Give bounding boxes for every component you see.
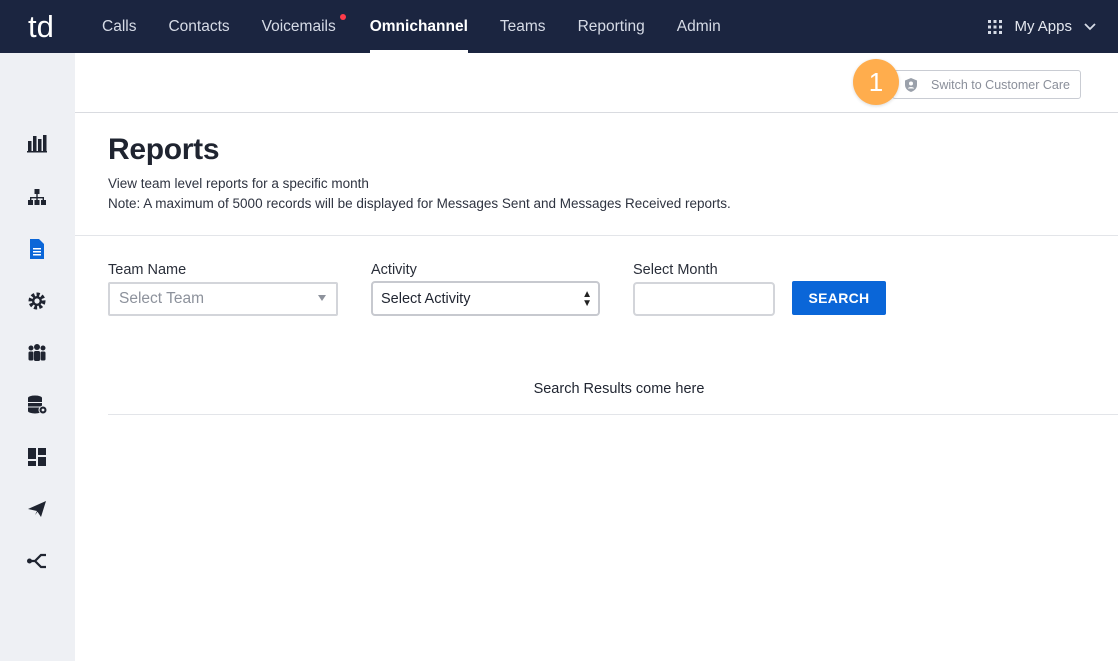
svg-text:td: td <box>28 11 54 41</box>
my-apps-label: My Apps <box>1014 18 1072 35</box>
nav-admin[interactable]: Admin <box>661 0 737 53</box>
page-title: Reports <box>108 133 220 166</box>
people-group-icon[interactable] <box>26 342 48 364</box>
activity-label: Activity <box>371 262 417 278</box>
nav-voicemails[interactable]: Voicemails <box>246 0 354 53</box>
page-subtitle: View team level reports for a specific m… <box>108 176 369 191</box>
app-grid-icon <box>988 19 1003 34</box>
org-hierarchy-icon[interactable] <box>26 186 48 208</box>
nav-teams[interactable]: Teams <box>484 0 562 53</box>
switch-button-label: Switch to Customer Care <box>931 77 1070 92</box>
nav-reporting[interactable]: Reporting <box>562 0 661 53</box>
results-divider <box>108 414 1118 415</box>
up-down-arrows-icon: ▲ ▼ <box>582 289 592 309</box>
send-paper-plane-icon[interactable] <box>26 498 48 520</box>
share-branch-icon[interactable] <box>26 550 48 572</box>
nav-calls[interactable]: Calls <box>86 0 152 53</box>
step-number-badge: 1 <box>853 59 899 105</box>
main-nav: Calls Contacts Voicemails Omnichannel Te… <box>86 0 737 53</box>
document-icon[interactable] <box>26 238 48 260</box>
team-name-label: Team Name <box>108 262 187 278</box>
team-select-placeholder: Select Team <box>119 290 205 307</box>
team-select[interactable]: Select Team <box>108 282 338 316</box>
my-apps-menu[interactable]: My Apps <box>988 0 1096 53</box>
notification-dot <box>339 14 346 20</box>
database-settings-icon[interactable] <box>26 394 48 416</box>
td-logo[interactable]: td <box>28 11 64 41</box>
nav-omnichannel[interactable]: Omnichannel <box>354 0 484 53</box>
top-navigation-bar: td Calls Contacts Voicemails Omnichannel… <box>0 0 1118 53</box>
settings-gear-icon[interactable] <box>26 290 48 312</box>
search-button[interactable]: SEARCH <box>792 281 886 315</box>
caret-down-icon <box>318 295 326 301</box>
shield-user-icon <box>905 77 917 92</box>
page-note: Note: A maximum of 5000 records will be … <box>108 196 731 211</box>
activity-select-value: Select Activity <box>381 290 471 307</box>
nav-contacts[interactable]: Contacts <box>152 0 245 53</box>
switch-to-customer-care-button[interactable]: Switch to Customer Care <box>892 70 1081 99</box>
section-divider <box>75 235 1118 236</box>
page-header-strip: Switch to Customer Care 1 <box>75 53 1118 113</box>
search-results-placeholder: Search Results come here <box>533 381 705 397</box>
dashboard-layout-icon[interactable] <box>26 446 48 468</box>
left-sidebar <box>0 53 75 661</box>
activity-select[interactable]: Select Activity ▲ ▼ <box>371 281 600 316</box>
month-input[interactable] <box>633 282 775 316</box>
chevron-down-icon <box>1084 22 1096 30</box>
bar-chart-icon[interactable] <box>26 133 48 155</box>
select-month-label: Select Month <box>633 262 718 278</box>
